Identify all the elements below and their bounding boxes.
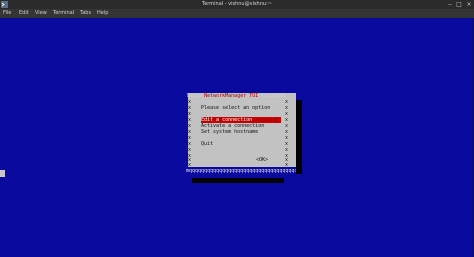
dialog-bottom-border: mqqqqqqqqqqqqqqqqqqqqqqqqqqqqqqqqqqqqqqq… (186, 168, 296, 174)
dialog-shadow-right (296, 100, 302, 174)
terminal-cursor-block (0, 170, 5, 177)
maximize-icon[interactable]: □ (455, 0, 463, 9)
menu-file[interactable]: File (3, 9, 11, 18)
menu-terminal[interactable]: Terminal (53, 9, 74, 18)
window-title: Terminal - vishnu@vishnu:~ (202, 1, 272, 7)
close-icon[interactable]: × (465, 0, 473, 9)
menu-help[interactable]: Help (97, 9, 108, 18)
menubar: File Edit View Terminal Tabs Help (0, 9, 474, 18)
window-titlebar: Terminal - vishnu@vishnu:~ ‒ □ × (0, 0, 474, 9)
menu-view[interactable]: View (35, 9, 47, 18)
minimize-icon[interactable]: ‒ (446, 0, 454, 9)
menu-edit[interactable]: Edit (19, 9, 29, 18)
menu-tabs[interactable]: Tabs (80, 9, 91, 18)
dialog-shadow-bottom (192, 178, 284, 183)
